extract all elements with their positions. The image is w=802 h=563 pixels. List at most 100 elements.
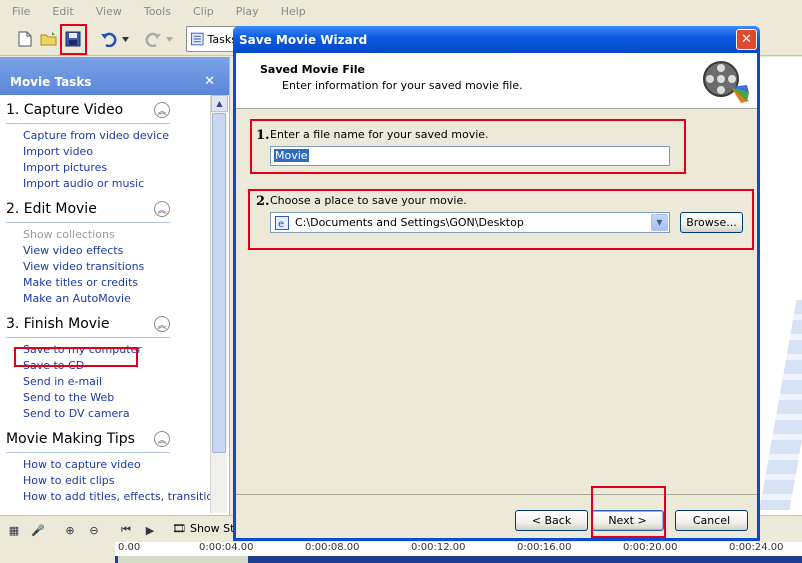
tick-label: 0:00:20.00: [623, 542, 678, 553]
section-title[interactable]: 2. Edit Movie ︽: [6, 198, 170, 220]
save-location-dropdown[interactable]: e C:\Documents and Settings\GON\Desktop …: [270, 212, 670, 233]
new-document-icon: [18, 31, 32, 47]
chevron-down-icon: [121, 36, 129, 42]
cancel-button[interactable]: Cancel: [675, 510, 748, 531]
menu-view[interactable]: View: [96, 5, 122, 18]
redo-button[interactable]: [142, 28, 164, 50]
task-view-video-effects[interactable]: View video effects: [6, 243, 229, 259]
task-import-pictures[interactable]: Import pictures: [6, 160, 229, 176]
menu-help[interactable]: Help: [281, 5, 306, 18]
section-finish-movie: 3. Finish Movie ︽ Save to my computer Sa…: [0, 313, 229, 422]
narrate-microphone-icon[interactable]: 🎤: [30, 522, 46, 538]
scroll-thumb[interactable]: [212, 113, 226, 453]
movie-tasks-header: Movie Tasks ✕: [0, 57, 229, 95]
dialog-close-button[interactable]: ✕: [736, 29, 757, 50]
section-movie-making-tips: Movie Making Tips ︽ How to capture video…: [0, 428, 229, 505]
collapse-chevron-icon[interactable]: ︽: [154, 431, 170, 447]
tasks-scrollbar[interactable]: ▲: [210, 95, 228, 513]
scroll-up-icon[interactable]: ▲: [211, 95, 228, 112]
redo-arrow-icon: [145, 32, 161, 47]
timeline-ruler: 0.00 0:00:04.00 0:00:08.00 0:00:12.00 0:…: [115, 542, 802, 556]
section-divider: [6, 337, 170, 338]
step-1-number: 1.: [256, 128, 270, 143]
tip-how-to-edit-clips[interactable]: How to edit clips: [6, 473, 229, 489]
open-project-button[interactable]: [38, 28, 60, 50]
footer-divider: [236, 494, 757, 495]
close-icon[interactable]: ✕: [204, 74, 215, 89]
wizard-header: Saved Movie File Enter information for y…: [236, 53, 757, 109]
section-divider: [6, 123, 170, 124]
menu-edit[interactable]: Edit: [52, 5, 73, 18]
undo-button[interactable]: [98, 28, 120, 50]
play-icon[interactable]: ▶: [142, 522, 158, 538]
redo-dropdown[interactable]: [162, 28, 176, 50]
section-divider: [6, 452, 170, 453]
collapse-chevron-icon[interactable]: ︽: [154, 201, 170, 217]
collapse-chevron-icon[interactable]: ︽: [154, 102, 170, 118]
step-1-label: Enter a file name for your saved movie.: [270, 128, 489, 141]
tick-label: 0:00:04.00: [199, 542, 254, 553]
section-title-text: 3. Finish Movie: [6, 316, 110, 332]
section-capture-video: 1. Capture Video ︽ Capture from video de…: [0, 99, 229, 192]
section-title-text: 1. Capture Video: [6, 102, 124, 118]
tip-how-to-add-titles[interactable]: How to add titles, effects, transitions: [6, 489, 229, 505]
wizard-step-subtitle: Enter information for your saved movie f…: [282, 79, 523, 92]
browse-button[interactable]: Browse...: [680, 212, 743, 233]
task-view-video-transitions[interactable]: View video transitions: [6, 259, 229, 275]
menu-file[interactable]: File: [12, 5, 30, 18]
dialog-title: Save Movie Wizard: [239, 32, 368, 47]
menu-tools[interactable]: Tools: [144, 5, 171, 18]
menu-play[interactable]: Play: [236, 5, 259, 18]
video-track: [115, 556, 802, 563]
menu-bar: File Edit View Tools Clip Play Help: [0, 0, 802, 22]
tick-label: 0:00:16.00: [517, 542, 572, 553]
save-location-value: C:\Documents and Settings\GON\Desktop: [295, 216, 524, 229]
menu-clip[interactable]: Clip: [193, 5, 214, 18]
dialog-title-bar[interactable]: Save Movie Wizard ✕: [233, 26, 760, 53]
ie-folder-icon: e: [275, 215, 289, 230]
undo-arrow-icon: [101, 32, 117, 47]
save-highlight-box: [60, 24, 87, 55]
section-divider: [6, 222, 170, 223]
tick-label: 0:00:12.00: [411, 542, 466, 553]
section-title[interactable]: 1. Capture Video ︽: [6, 99, 170, 121]
movie-reel-icon: [703, 61, 749, 103]
chevron-down-icon[interactable]: ▼: [651, 214, 668, 231]
chevron-down-icon: [165, 36, 173, 42]
tasks-button[interactable]: Tasks: [186, 26, 238, 52]
zoom-in-icon[interactable]: ⊕: [62, 522, 78, 538]
new-project-button[interactable]: [14, 28, 36, 50]
zoom-out-icon[interactable]: ⊖: [86, 522, 102, 538]
tick-label: 0.00: [118, 542, 141, 553]
section-title[interactable]: 3. Finish Movie ︽: [6, 313, 170, 335]
task-show-collections: Show collections: [23, 228, 115, 241]
next-highlight-box: [591, 486, 666, 538]
task-import-audio-or-music[interactable]: Import audio or music: [6, 176, 229, 192]
wizard-step-title: Saved Movie File: [260, 63, 365, 76]
undo-dropdown[interactable]: [118, 28, 132, 50]
task-send-in-email[interactable]: Send in e-mail: [6, 374, 229, 390]
show-storyboard-button[interactable]: 🎞 Show Sto: [172, 522, 241, 535]
section-edit-movie: 2. Edit Movie ︽ Show collections View vi…: [0, 198, 229, 307]
back-button[interactable]: < Back: [515, 510, 588, 531]
tip-how-to-capture-video[interactable]: How to capture video: [6, 457, 229, 473]
step-2-number: 2.: [256, 194, 270, 209]
video-clip[interactable]: [118, 556, 248, 563]
tick-label: 0:00:24.00: [729, 542, 784, 553]
movie-tasks-title: Movie Tasks: [10, 75, 92, 89]
filename-input[interactable]: Movie: [270, 146, 670, 166]
task-send-to-the-web[interactable]: Send to the Web: [6, 390, 229, 406]
rewind-icon[interactable]: ⏮: [118, 522, 134, 538]
task-make-an-automovie[interactable]: Make an AutoMovie: [6, 291, 229, 307]
save-movie-wizard-dialog: Save Movie Wizard ✕ Saved Movie File Ent…: [233, 26, 760, 541]
task-send-to-dv-camera[interactable]: Send to DV camera: [6, 406, 229, 422]
task-list-icon: [191, 32, 204, 46]
task-import-video[interactable]: Import video: [6, 144, 229, 160]
tick-label: 0:00:08.00: [305, 542, 360, 553]
storyboard-grid-icon[interactable]: ▦: [6, 522, 22, 538]
task-capture-from-video-device[interactable]: Capture from video device: [6, 128, 229, 144]
section-title[interactable]: Movie Making Tips ︽: [6, 428, 170, 450]
collapse-chevron-icon[interactable]: ︽: [154, 316, 170, 332]
task-make-titles-or-credits[interactable]: Make titles or credits: [6, 275, 229, 291]
movie-tasks-pane: Movie Tasks ✕ 1. Capture Video ︽ Capture…: [0, 57, 230, 515]
